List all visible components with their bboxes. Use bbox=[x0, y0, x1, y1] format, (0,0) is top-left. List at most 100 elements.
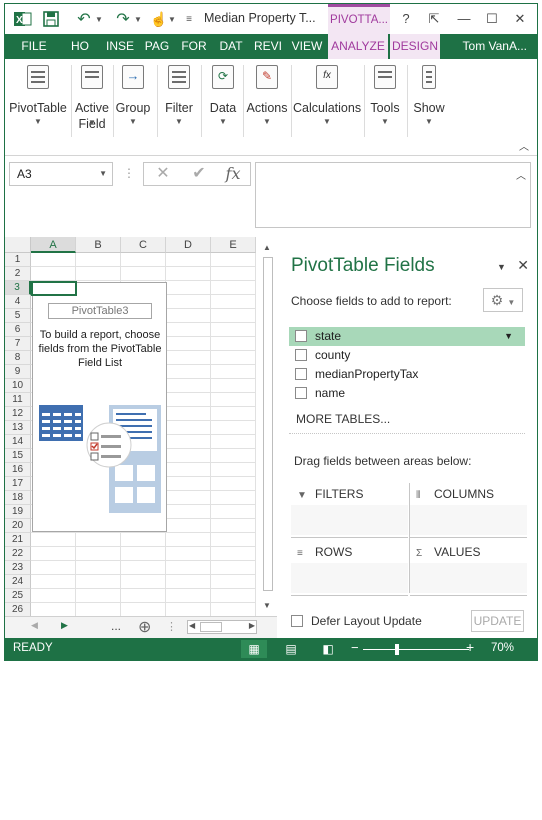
row-header-24[interactable]: 24 bbox=[5, 575, 31, 589]
select-all-corner[interactable] bbox=[5, 237, 31, 253]
zoom-slider[interactable] bbox=[363, 649, 469, 650]
zoom-out-button[interactable]: − bbox=[351, 640, 359, 655]
formula-bar-grip-icon[interactable]: ⋮ bbox=[123, 166, 135, 180]
columns-area[interactable]: ⦀ COLUMNS bbox=[410, 483, 527, 538]
ribbon-display-options-icon[interactable]: ⇱ bbox=[421, 8, 447, 30]
calculations-button[interactable]: fx Calculations ▼ bbox=[293, 59, 361, 139]
row-header-16[interactable]: 16 bbox=[5, 463, 31, 477]
filters-area[interactable]: ▼ FILTERS bbox=[291, 483, 408, 538]
row-header-10[interactable]: 10 bbox=[5, 379, 31, 393]
row-header-21[interactable]: 21 bbox=[5, 533, 31, 547]
selected-cell-a3[interactable] bbox=[31, 281, 77, 296]
chevron-down-icon[interactable]: ▼ bbox=[99, 163, 107, 185]
scroll-up-icon[interactable]: ▲ bbox=[263, 243, 271, 252]
pivottable-placeholder[interactable]: PivotTable3 To build a report, choose fi… bbox=[32, 282, 167, 532]
scroll-thumb[interactable] bbox=[263, 257, 273, 591]
zoom-slider-knob[interactable] bbox=[395, 644, 399, 655]
sheet-scroll-left-icon[interactable]: ◀ bbox=[31, 620, 38, 631]
tab-data[interactable]: DAT bbox=[216, 34, 246, 59]
touch-dropdown-icon[interactable]: ▼ bbox=[167, 9, 177, 29]
name-box[interactable]: A3 ▼ bbox=[9, 162, 113, 186]
more-tables-link[interactable]: MORE TABLES... bbox=[296, 412, 390, 426]
zoom-level[interactable]: 70% bbox=[491, 642, 514, 654]
enter-icon[interactable]: ✔ bbox=[182, 163, 216, 185]
row-header-2[interactable]: 2 bbox=[5, 267, 31, 281]
touch-mode-icon[interactable]: ☝ bbox=[149, 9, 169, 29]
user-account[interactable]: Tom VanA... bbox=[463, 34, 527, 59]
values-drop-zone[interactable] bbox=[410, 563, 527, 593]
column-header-c[interactable]: C bbox=[121, 237, 166, 253]
pivottable-group-button[interactable]: PivotTable ▼ bbox=[7, 59, 69, 139]
row-header-17[interactable]: 17 bbox=[5, 477, 31, 491]
normal-view-icon[interactable]: ▦ bbox=[241, 640, 267, 658]
actions-button[interactable]: ✎ Actions ▼ bbox=[245, 59, 289, 139]
filters-drop-zone[interactable] bbox=[291, 505, 408, 535]
undo-icon[interactable]: ↶ bbox=[73, 9, 95, 29]
tab-page-layout[interactable]: PAG bbox=[143, 34, 171, 59]
field-name[interactable]: name bbox=[289, 384, 525, 403]
minimize-icon[interactable]: — bbox=[451, 8, 477, 30]
tab-design[interactable]: DESIGN bbox=[390, 34, 440, 59]
values-area[interactable]: Σ VALUES bbox=[410, 541, 527, 596]
row-header-20[interactable]: 20 bbox=[5, 519, 31, 533]
row-header-5[interactable]: 5 bbox=[5, 309, 31, 323]
row-header-12[interactable]: 12 bbox=[5, 407, 31, 421]
row-header-18[interactable]: 18 bbox=[5, 491, 31, 505]
filter-button[interactable]: Filter ▼ bbox=[161, 59, 197, 139]
formula-input[interactable]: ︿ bbox=[255, 162, 531, 228]
update-button[interactable]: UPDATE bbox=[471, 610, 524, 632]
field-name-checkbox[interactable] bbox=[295, 387, 307, 399]
vertical-scrollbar[interactable]: ▲ ▼ bbox=[261, 243, 275, 613]
group-button[interactable]: → Group ▼ bbox=[115, 59, 151, 139]
row-header-15[interactable]: 15 bbox=[5, 449, 31, 463]
row-header-1[interactable]: 1 bbox=[5, 253, 31, 267]
column-header-e[interactable]: E bbox=[211, 237, 256, 253]
row-header-11[interactable]: 11 bbox=[5, 393, 31, 407]
column-header-b[interactable]: B bbox=[76, 237, 121, 253]
collapse-formula-bar-icon[interactable]: ︿ bbox=[516, 167, 526, 182]
excel-logo-icon[interactable]: X bbox=[13, 9, 33, 29]
redo-dropdown-icon[interactable]: ▼ bbox=[133, 9, 143, 29]
tab-file[interactable]: FILE bbox=[5, 34, 63, 59]
defer-layout-checkbox[interactable] bbox=[291, 615, 303, 627]
tab-split-grip-icon[interactable]: ⋮ bbox=[166, 620, 177, 633]
row-header-19[interactable]: 19 bbox=[5, 505, 31, 519]
horizontal-scroll-thumb[interactable] bbox=[200, 622, 222, 632]
help-icon[interactable]: ? bbox=[393, 8, 419, 30]
page-layout-view-icon[interactable]: ▤ bbox=[278, 640, 304, 658]
tab-review[interactable]: REVI bbox=[253, 34, 283, 59]
row-header-25[interactable]: 25 bbox=[5, 589, 31, 603]
defer-layout-update[interactable]: Defer Layout Update bbox=[291, 614, 422, 628]
rows-area[interactable]: ≡ ROWS bbox=[291, 541, 408, 596]
tab-formulas[interactable]: FOR bbox=[180, 34, 208, 59]
save-icon[interactable] bbox=[41, 9, 61, 29]
row-header-14[interactable]: 14 bbox=[5, 435, 31, 449]
row-header-3[interactable]: 3 bbox=[5, 281, 31, 295]
tab-insert[interactable]: INSE bbox=[104, 34, 136, 59]
row-header-26[interactable]: 26 bbox=[5, 603, 31, 617]
page-break-preview-icon[interactable]: ◧ bbox=[315, 640, 341, 658]
row-header-9[interactable]: 9 bbox=[5, 365, 31, 379]
scroll-down-icon[interactable]: ▼ bbox=[263, 601, 271, 610]
customize-qat-icon[interactable]: ≡ bbox=[183, 9, 195, 29]
undo-dropdown-icon[interactable]: ▼ bbox=[94, 9, 104, 29]
data-button[interactable]: ⟳ Data ▼ bbox=[205, 59, 241, 139]
collapse-ribbon-icon[interactable]: ︿ bbox=[519, 138, 529, 153]
row-header-6[interactable]: 6 bbox=[5, 323, 31, 337]
more-sheets-ellipsis[interactable]: ... bbox=[111, 619, 121, 633]
insert-function-icon[interactable]: fx bbox=[216, 163, 250, 185]
redo-icon[interactable]: ↷ bbox=[112, 9, 134, 29]
column-header-a[interactable]: A bbox=[31, 237, 76, 253]
rows-drop-zone[interactable] bbox=[291, 563, 408, 593]
field-county[interactable]: county bbox=[289, 346, 525, 365]
field-county-checkbox[interactable] bbox=[295, 349, 307, 361]
field-list-settings-button[interactable]: ⚙ ▼ bbox=[483, 288, 523, 312]
row-header-4[interactable]: 4 bbox=[5, 295, 31, 309]
row-header-8[interactable]: 8 bbox=[5, 351, 31, 365]
zoom-in-button[interactable]: + bbox=[466, 639, 474, 655]
field-state-checkbox[interactable] bbox=[295, 330, 307, 342]
maximize-icon[interactable]: ☐ bbox=[479, 8, 505, 30]
show-button[interactable]: Show ▼ bbox=[411, 59, 447, 139]
tab-home[interactable]: HO bbox=[67, 34, 93, 59]
column-header-d[interactable]: D bbox=[166, 237, 211, 253]
